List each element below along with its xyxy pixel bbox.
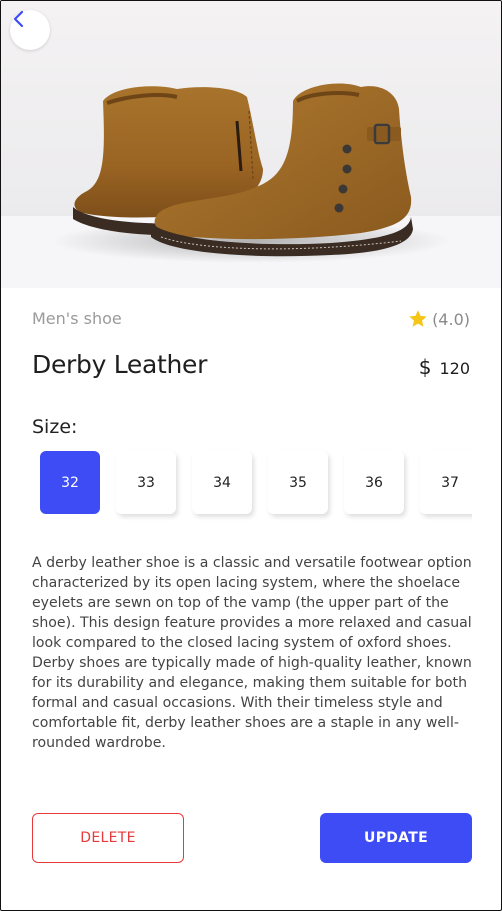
size-selector: 32 33 34 35 36 37: [32, 444, 472, 524]
size-option-32[interactable]: 32: [40, 451, 100, 514]
size-label: Size:: [32, 416, 78, 438]
chevron-left-icon: [13, 10, 24, 28]
delete-button[interactable]: DELETE: [32, 813, 184, 863]
size-option-37[interactable]: 37: [420, 451, 472, 514]
product-category: Men's shoe: [32, 309, 122, 328]
size-option-34[interactable]: 34: [192, 451, 252, 514]
product-price: $ 120: [419, 355, 470, 379]
update-button[interactable]: UPDATE: [320, 813, 472, 863]
product-description: A derby leather shoe is a classic and ve…: [32, 555, 472, 751]
star-icon: [409, 310, 427, 327]
product-image: [1, 1, 501, 288]
back-button[interactable]: [10, 10, 50, 50]
size-option-36[interactable]: 36: [344, 451, 404, 514]
price-currency: $: [418, 355, 432, 379]
rating-value: (4.0): [432, 309, 470, 329]
size-option-35[interactable]: 35: [268, 451, 328, 514]
product-detail-screen: Men's shoe (4.0) Derby Leather $ 120 Siz…: [0, 0, 502, 911]
boots-illustration: [1, 83, 501, 288]
size-option-33[interactable]: 33: [116, 451, 176, 514]
price-amount: 120: [439, 359, 470, 378]
product-name: Derby Leather: [32, 350, 208, 379]
product-rating: (4.0): [407, 308, 470, 330]
